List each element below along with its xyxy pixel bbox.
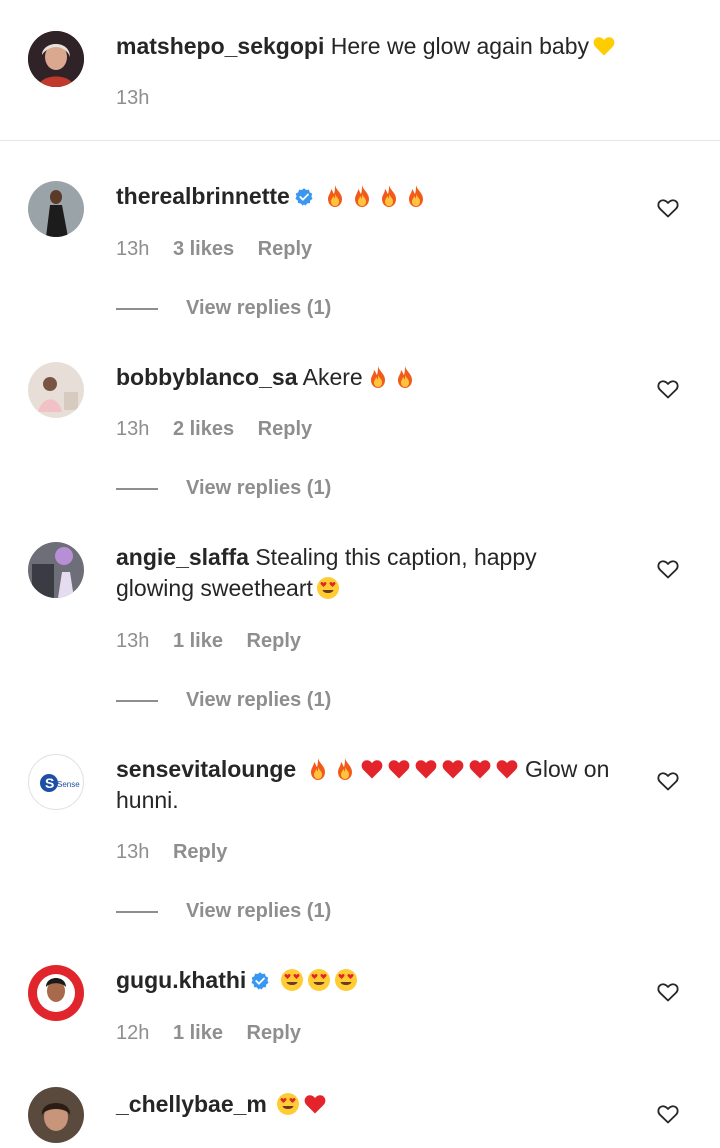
fire-emoji xyxy=(333,757,357,781)
comment-meta: 13h 1 like Reply xyxy=(116,630,319,653)
fire-emoji xyxy=(366,365,390,389)
heart-eyes-emoji xyxy=(280,968,304,992)
username[interactable]: therealbrinnette xyxy=(116,183,290,209)
avatar-image xyxy=(28,31,84,87)
reply-button[interactable]: Reply xyxy=(258,238,312,260)
view-replies-button[interactable]: View replies (1) xyxy=(116,900,331,923)
avatar-logo-text: Sense xyxy=(57,780,80,789)
avatar-image xyxy=(28,965,84,1021)
likes-count[interactable]: 1 like xyxy=(173,1022,223,1044)
fire-emoji xyxy=(306,757,330,781)
red-heart-emoji xyxy=(303,1092,327,1116)
timestamp: 13h xyxy=(116,630,150,652)
divider xyxy=(116,487,158,490)
avatar-image xyxy=(28,181,84,237)
fire-emoji xyxy=(377,184,401,208)
comment-text: Here we glow again baby xyxy=(330,33,590,59)
svg-text:S: S xyxy=(45,775,54,791)
comment-body: bobbyblanco_sa Akere xyxy=(116,362,621,393)
reply-button[interactable]: Reply xyxy=(258,418,312,440)
username[interactable]: sensevitalounge xyxy=(116,756,296,782)
avatar-image xyxy=(28,1087,84,1143)
red-heart-emoji xyxy=(360,757,384,781)
red-heart-emoji xyxy=(495,757,519,781)
heart-outline-icon[interactable] xyxy=(656,980,680,1004)
comment-body: angie_slaffa Stealing this caption, happ… xyxy=(116,542,621,604)
avatar[interactable] xyxy=(28,965,84,1021)
likes-count[interactable]: 2 likes xyxy=(173,418,234,440)
timestamp: 13h xyxy=(116,841,150,863)
fire-emoji xyxy=(323,184,347,208)
username[interactable]: angie_slaffa xyxy=(116,544,249,570)
post-caption: matshepo_sekgopi Here we glow again baby… xyxy=(0,0,720,141)
username[interactable]: _chellybae_m xyxy=(116,1091,267,1117)
avatar[interactable] xyxy=(28,362,84,418)
avatar[interactable] xyxy=(28,1087,84,1143)
red-heart-emoji xyxy=(468,757,492,781)
heart-outline-icon[interactable] xyxy=(656,557,680,581)
timestamp: 13h xyxy=(116,238,150,260)
comment-meta: 13h Reply xyxy=(116,841,245,864)
heart-eyes-emoji xyxy=(307,968,331,992)
reply-button[interactable]: Reply xyxy=(247,630,301,652)
view-replies-label: View replies (1) xyxy=(186,689,332,711)
verified-badge-icon xyxy=(294,187,314,207)
red-heart-emoji xyxy=(414,757,438,781)
timestamp: 12h xyxy=(116,1022,150,1044)
likes-count[interactable]: 1 like xyxy=(173,630,223,652)
heart-outline-icon[interactable] xyxy=(656,1102,680,1126)
comment-meta: 12h 1 like Reply xyxy=(116,1022,319,1045)
username[interactable]: gugu.khathi xyxy=(116,967,246,993)
divider xyxy=(116,307,158,310)
divider xyxy=(116,699,158,702)
username[interactable]: matshepo_sekgopi xyxy=(116,33,324,59)
view-replies-label: View replies (1) xyxy=(186,477,332,499)
avatar[interactable] xyxy=(28,31,84,87)
verified-badge-icon xyxy=(250,971,270,991)
likes-count[interactable]: 3 likes xyxy=(173,238,234,260)
comment-text: Akere xyxy=(302,364,363,390)
red-heart-emoji xyxy=(387,757,411,781)
comment-meta: 13h xyxy=(116,87,167,110)
comment-body: sensevitalounge Glow on hunni. xyxy=(116,754,621,816)
red-heart-emoji xyxy=(441,757,465,781)
comment-meta: 13h 3 likes Reply xyxy=(116,238,330,261)
comment-meta: 13h 2 likes Reply xyxy=(116,418,330,441)
view-replies-button[interactable]: View replies (1) xyxy=(116,297,331,320)
avatar-image: S Sense xyxy=(40,774,80,792)
comment-body: gugu.khathi xyxy=(116,965,621,996)
view-replies-button[interactable]: View replies (1) xyxy=(116,689,331,712)
fire-emoji xyxy=(393,365,417,389)
yellow-heart-emoji xyxy=(592,34,616,58)
caption-text: matshepo_sekgopi Here we glow again baby xyxy=(116,31,621,62)
heart-eyes-emoji xyxy=(276,1092,300,1116)
divider xyxy=(116,910,158,913)
avatar[interactable] xyxy=(28,542,84,598)
avatar-image xyxy=(28,362,84,418)
fire-emoji xyxy=(404,184,428,208)
username[interactable]: bobbyblanco_sa xyxy=(116,364,297,390)
reply-button[interactable]: Reply xyxy=(247,1022,301,1044)
avatar[interactable] xyxy=(28,181,84,237)
view-replies-button[interactable]: View replies (1) xyxy=(116,477,331,500)
heart-outline-icon[interactable] xyxy=(656,769,680,793)
timestamp: 13h xyxy=(116,418,150,440)
heart-eyes-emoji xyxy=(316,576,340,600)
avatar[interactable]: S Sense xyxy=(28,754,84,810)
comment-body: _chellybae_m xyxy=(116,1089,621,1120)
reply-button[interactable]: Reply xyxy=(173,841,227,863)
view-replies-label: View replies (1) xyxy=(186,297,332,319)
heart-eyes-emoji xyxy=(334,968,358,992)
timestamp: 13h xyxy=(116,87,150,109)
avatar-image xyxy=(28,542,84,598)
view-replies-label: View replies (1) xyxy=(186,900,332,922)
heart-outline-icon[interactable] xyxy=(656,196,680,220)
heart-outline-icon[interactable] xyxy=(656,377,680,401)
fire-emoji xyxy=(350,184,374,208)
comment-body: therealbrinnette xyxy=(116,181,621,212)
